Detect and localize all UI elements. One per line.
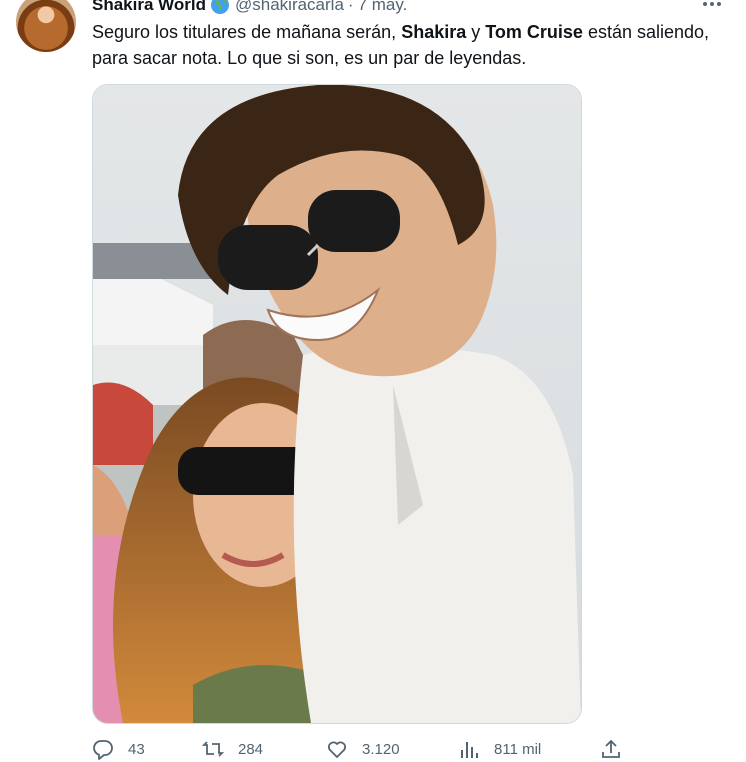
share-icon xyxy=(600,738,622,760)
views-chart-icon xyxy=(458,738,480,760)
tweet-actions: 43 284 3.120 811 mil xyxy=(92,738,652,762)
tweet-text-part2: y xyxy=(466,22,486,42)
author-avatar[interactable] xyxy=(16,0,76,52)
share-button[interactable] xyxy=(600,738,622,760)
tweet-timestamp[interactable]: 7 may. xyxy=(358,0,408,15)
tweet-text-bold-shakira: Shakira xyxy=(401,22,467,42)
reply-icon xyxy=(92,738,114,760)
tweet-photo[interactable] xyxy=(92,84,582,724)
author-handle[interactable]: @shakiracarla xyxy=(235,0,344,15)
heart-icon xyxy=(326,738,348,760)
tweet-text-bold-tom-cruise: Tom Cruise xyxy=(485,22,583,42)
views-button[interactable]: 811 mil xyxy=(458,738,541,760)
retweet-icon xyxy=(202,738,224,760)
tweet-text: Seguro los titulares de mañana serán, Sh… xyxy=(92,19,712,71)
tweet-text-part1: Seguro los titulares de mañana serán, xyxy=(92,22,402,42)
tweet-header: Shakira World @shakiracarla · 7 may. xyxy=(92,0,407,17)
separator-dot: · xyxy=(347,0,354,14)
like-button[interactable]: 3.120 xyxy=(326,738,400,760)
retweet-button[interactable]: 284 xyxy=(202,738,263,760)
author-name[interactable]: Shakira World xyxy=(92,0,206,15)
reply-button[interactable]: 43 xyxy=(92,738,145,760)
more-dots-icon[interactable] xyxy=(700,0,724,14)
photo-illustration xyxy=(93,85,581,723)
earth-globe-icon xyxy=(210,0,230,15)
